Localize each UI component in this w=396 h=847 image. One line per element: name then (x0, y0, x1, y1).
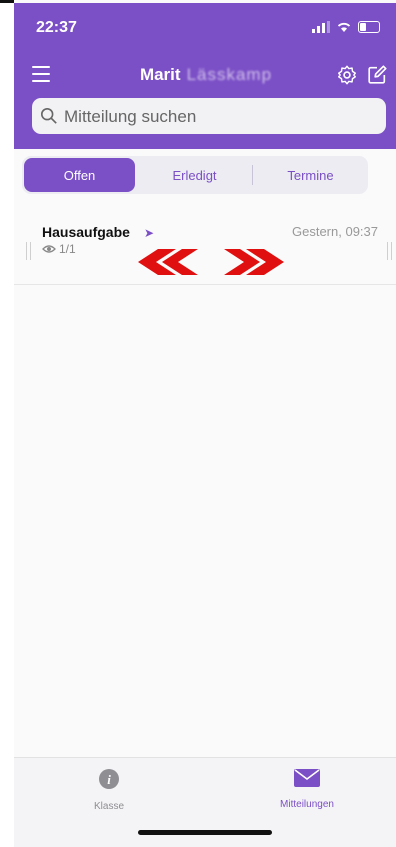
tabbar-item-mitteilungen[interactable]: Mitteilungen (262, 768, 352, 810)
eye-icon (42, 245, 56, 253)
tab-erledigt[interactable]: Erledigt (139, 158, 250, 192)
search-icon (40, 107, 57, 124)
swipe-handle-right[interactable] (387, 242, 392, 260)
message-views: 1/1 (42, 242, 76, 256)
view-count: 1/1 (59, 242, 76, 256)
battery-icon (358, 21, 380, 33)
tab-divider (252, 165, 253, 185)
bottom-tab-bar: i Klasse Mitteilungen (14, 757, 396, 847)
search-input[interactable] (62, 98, 376, 136)
title-name: Marit (139, 65, 181, 84)
swipe-hint-arrows-icon (138, 249, 284, 275)
svg-text:i: i (107, 772, 111, 787)
tabbar-item-klasse[interactable]: i Klasse (64, 768, 154, 812)
message-timestamp: Gestern, 09:37 (292, 224, 378, 239)
envelope-icon (294, 769, 320, 787)
tab-offen[interactable]: Offen (24, 158, 135, 192)
search-bar[interactable] (32, 98, 386, 136)
navigation-bar: Marit Lässkamp (14, 58, 396, 94)
title-surname-blurred: Lässkamp (186, 65, 273, 84)
status-icons (312, 21, 380, 33)
tab-termine[interactable]: Termine (255, 158, 366, 192)
info-icon: i (99, 769, 119, 789)
signal-icon (312, 21, 330, 33)
tabbar-label-mitteilungen: Mitteilungen (280, 799, 334, 810)
message-title: Hausaufgabe (42, 224, 130, 240)
wifi-icon (337, 22, 351, 32)
swipe-handle-left[interactable] (26, 242, 31, 260)
sent-arrow-icon: ➤ (144, 226, 155, 240)
compose-icon[interactable] (366, 64, 388, 86)
status-time: 22:37 (36, 19, 77, 36)
message-list-item[interactable]: Hausaufgabe ➤ Gestern, 09:37 1/1 (14, 218, 396, 285)
app-header: 22:37 Marit Lässkamp (14, 3, 396, 149)
segmented-tabs: Offen Erledigt Termine (22, 156, 368, 194)
tabbar-label-klasse: Klasse (93, 801, 124, 812)
home-indicator (138, 830, 272, 835)
gear-icon[interactable] (336, 64, 358, 86)
